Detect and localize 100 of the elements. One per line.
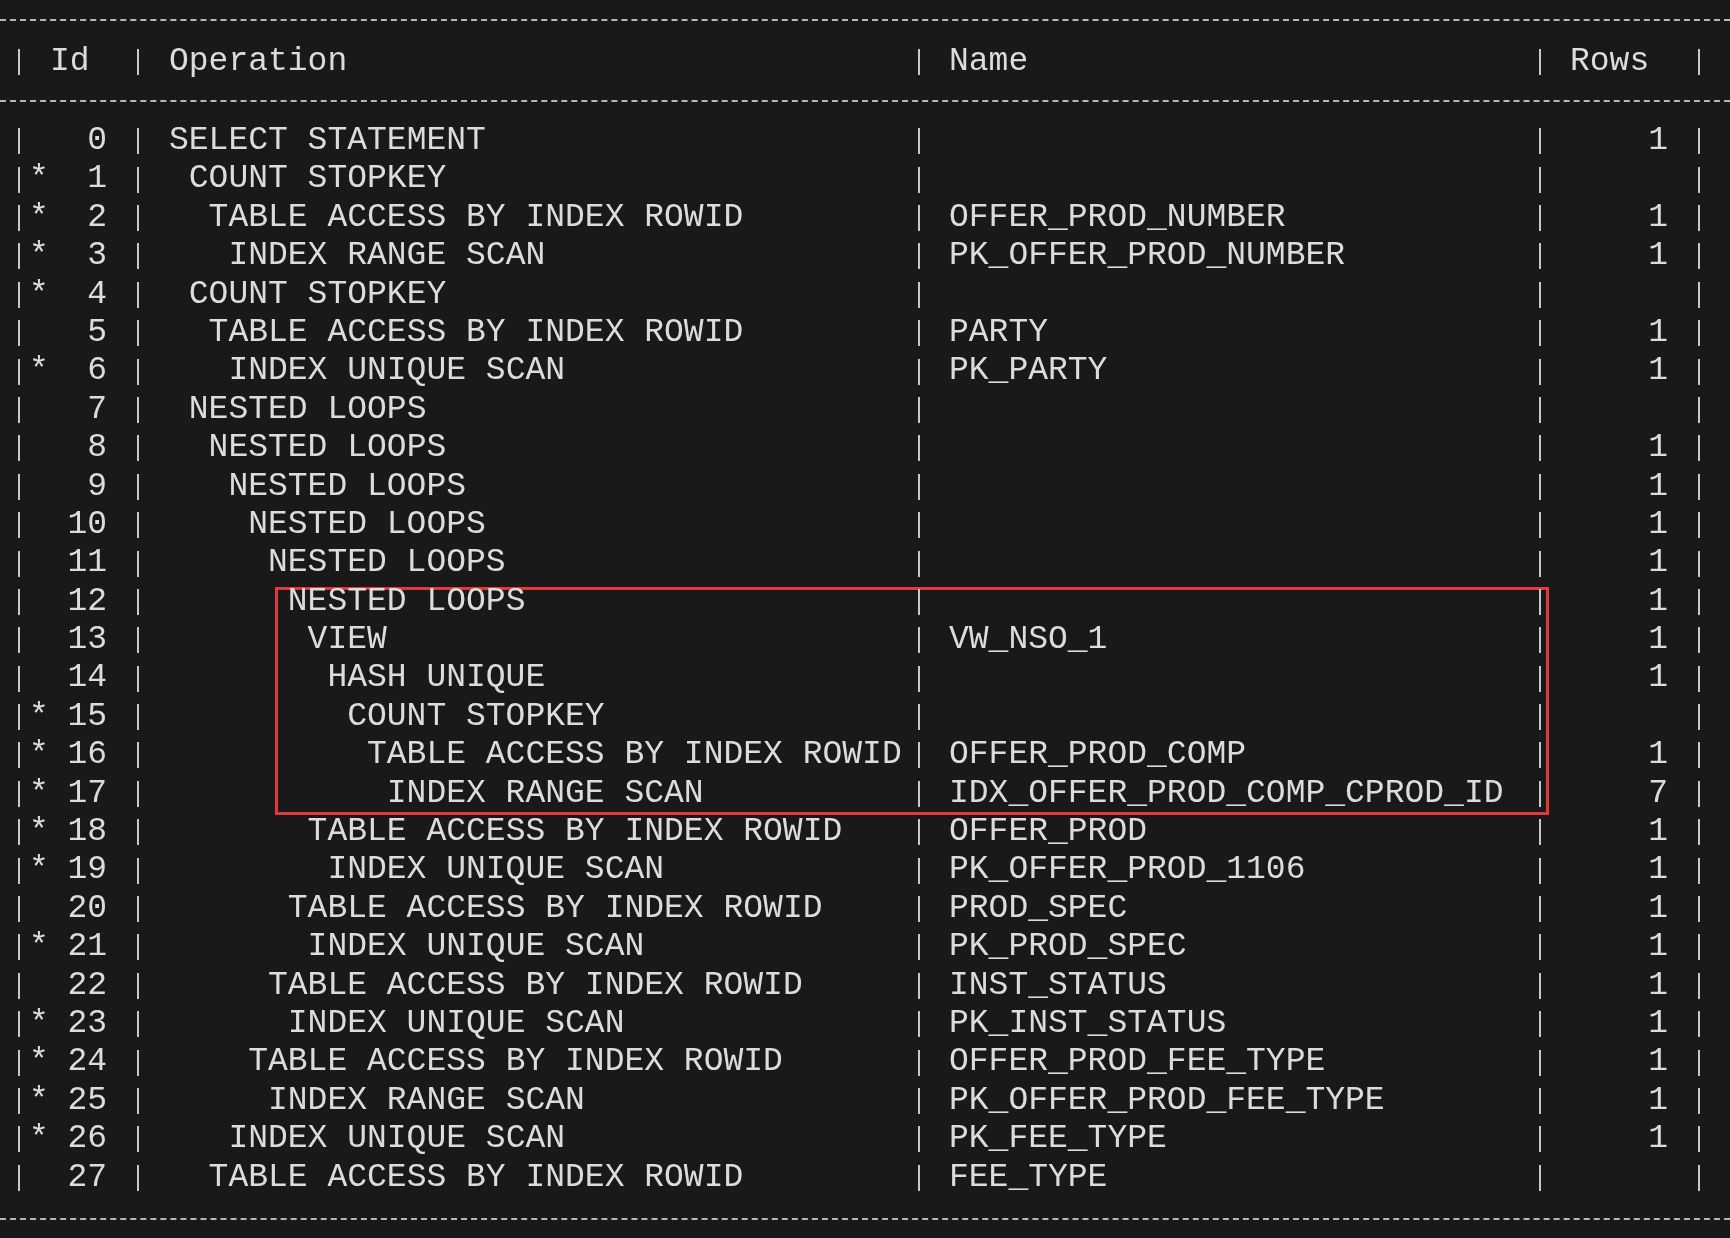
name-cell: IDX_OFFER_PROD_COMP_CPROD_ID	[949, 774, 1504, 812]
name-cell: PK_OFFER_PROD_NUMBER	[949, 237, 1346, 275]
operation-cell: INDEX RANGE SCAN	[268, 1081, 585, 1119]
predicate-marker: *	[29, 198, 49, 238]
id-cell: 10	[67, 505, 107, 545]
operation-cell: INDEX UNIQUE SCAN	[287, 1005, 625, 1042]
id-cell: 23	[67, 1005, 107, 1044]
name-cell: OFFER_PROD_COMP	[949, 736, 1247, 774]
operation-cell: TABLE ACCESS BY INDEX ROWID	[287, 889, 823, 927]
rows-cell: 1	[1648, 198, 1668, 236]
id-cell: 27	[67, 1158, 107, 1197]
name-cell: PROD_SPEC	[949, 889, 1128, 927]
id-cell: 1	[87, 160, 107, 199]
name-cell: PK_FEE_TYPE	[949, 1120, 1167, 1158]
rows-cell: 1	[1648, 1120, 1668, 1158]
operation-cell: NESTED LOOPS	[248, 505, 486, 543]
id-cell: 15	[67, 697, 107, 737]
name-cell: PK_OFFER_PROD_1106	[949, 851, 1306, 889]
rows-cell: 1	[1648, 429, 1668, 467]
name-cell: PARTY	[949, 313, 1049, 351]
name-cell: OFFER_PROD_NUMBER	[949, 198, 1286, 236]
rows-cell: 1	[1648, 313, 1668, 351]
predicate-marker: *	[29, 813, 49, 852]
name-cell: OFFER_PROD_FEE_TYPE	[949, 1043, 1326, 1081]
rows-cell: 1	[1648, 851, 1668, 889]
operation-cell: NESTED LOOPS	[268, 544, 506, 582]
id-cell: 11	[67, 544, 107, 583]
predicate-marker: *	[29, 160, 49, 199]
rows-cell: 7	[1648, 774, 1668, 812]
operation-cell: TABLE ACCESS BY INDEX ROWID	[248, 1043, 783, 1081]
operation-cell: INDEX UNIQUE SCAN	[228, 1120, 566, 1158]
id-cell: 12	[67, 582, 107, 622]
column-header: Id	[49, 43, 90, 80]
rows-cell: 1	[1648, 467, 1668, 505]
name-cell: PK_INST_STATUS	[949, 1005, 1227, 1042]
operation-cell: NESTED LOOPS	[287, 582, 526, 620]
rows-cell: 1	[1648, 582, 1668, 620]
id-cell: 24	[67, 1043, 107, 1082]
predicate-marker: *	[29, 1005, 49, 1044]
rows-cell: 1	[1648, 1005, 1668, 1042]
id-cell: 6	[87, 352, 107, 391]
rows-cell: 1	[1648, 928, 1668, 966]
name-cell: PK_PROD_SPEC	[949, 928, 1187, 966]
name-cell: FEE_TYPE	[949, 1158, 1108, 1196]
name-cell: INST_STATUS	[949, 966, 1167, 1004]
column-header: Name	[948, 43, 1029, 80]
id-cell: 3	[87, 237, 107, 276]
id-cell: 5	[87, 313, 107, 353]
predicate-marker: *	[29, 736, 49, 775]
operation-cell: INDEX UNIQUE SCAN	[307, 928, 645, 966]
predicate-marker: *	[29, 352, 49, 391]
id-cell: 9	[87, 467, 107, 506]
operation-cell: TABLE ACCESS BY INDEX ROWID	[208, 313, 744, 351]
operation-cell: TABLE ACCESS BY INDEX ROWID	[307, 813, 843, 851]
operation-cell: TABLE ACCESS BY INDEX ROWID	[208, 198, 744, 236]
predicate-marker: *	[29, 275, 49, 314]
operation-cell: NESTED LOOPS	[228, 467, 467, 505]
name-cell: OFFER_PROD	[949, 813, 1148, 851]
operation-cell: TABLE ACCESS BY INDEX ROWID	[367, 736, 902, 774]
predicate-marker: *	[29, 237, 49, 276]
operation-cell: COUNT STOPKEY	[347, 697, 605, 735]
id-cell: 18	[67, 813, 107, 852]
operation-cell: NESTED LOOPS	[188, 390, 427, 428]
operation-cell: INDEX UNIQUE SCAN	[228, 352, 566, 390]
rows-cell: 1	[1648, 813, 1668, 851]
name-cell: PK_PARTY	[949, 352, 1108, 390]
operation-cell: COUNT STOPKEY	[188, 160, 447, 198]
id-cell: 20	[67, 889, 107, 929]
column-header: Rows	[1569, 43, 1650, 80]
operation-cell: INDEX UNIQUE SCAN	[327, 851, 665, 889]
id-cell: 2	[87, 198, 107, 238]
rows-cell: 1	[1648, 544, 1668, 582]
operation-cell: HASH UNIQUE	[327, 659, 546, 697]
rows-cell: 1	[1648, 505, 1668, 543]
rows-cell: 1	[1648, 1081, 1668, 1119]
predicate-marker: *	[29, 1120, 49, 1159]
name-cell: VW_NSO_1	[949, 621, 1108, 659]
rows-cell: 1	[1648, 736, 1668, 774]
id-cell: 25	[67, 1081, 107, 1121]
column-header: Operation	[168, 43, 348, 80]
predicate-marker: *	[29, 697, 49, 737]
id-cell: 7	[87, 390, 107, 430]
rows-cell: 1	[1648, 621, 1668, 659]
id-cell: 4	[87, 275, 107, 314]
name-cell: PK_OFFER_PROD_FEE_TYPE	[949, 1081, 1385, 1119]
predicate-marker: *	[29, 1081, 49, 1121]
id-cell: 17	[67, 774, 107, 814]
operation-cell: TABLE ACCESS BY INDEX ROWID	[268, 966, 803, 1004]
id-cell: 13	[67, 621, 107, 660]
operation-cell: INDEX RANGE SCAN	[228, 237, 546, 275]
rows-cell: 1	[1648, 237, 1668, 275]
operation-cell: VIEW	[307, 621, 387, 659]
rows-cell: 1	[1648, 1043, 1668, 1081]
operation-cell: TABLE ACCESS BY INDEX ROWID	[208, 1158, 744, 1196]
id-cell: 21	[67, 928, 107, 967]
id-cell: 26	[67, 1120, 107, 1159]
operation-cell: COUNT STOPKEY	[188, 275, 447, 313]
operation-cell: SELECT STATEMENT	[169, 122, 486, 159]
predicate-marker: *	[29, 1043, 49, 1082]
id-cell: 16	[67, 736, 107, 775]
